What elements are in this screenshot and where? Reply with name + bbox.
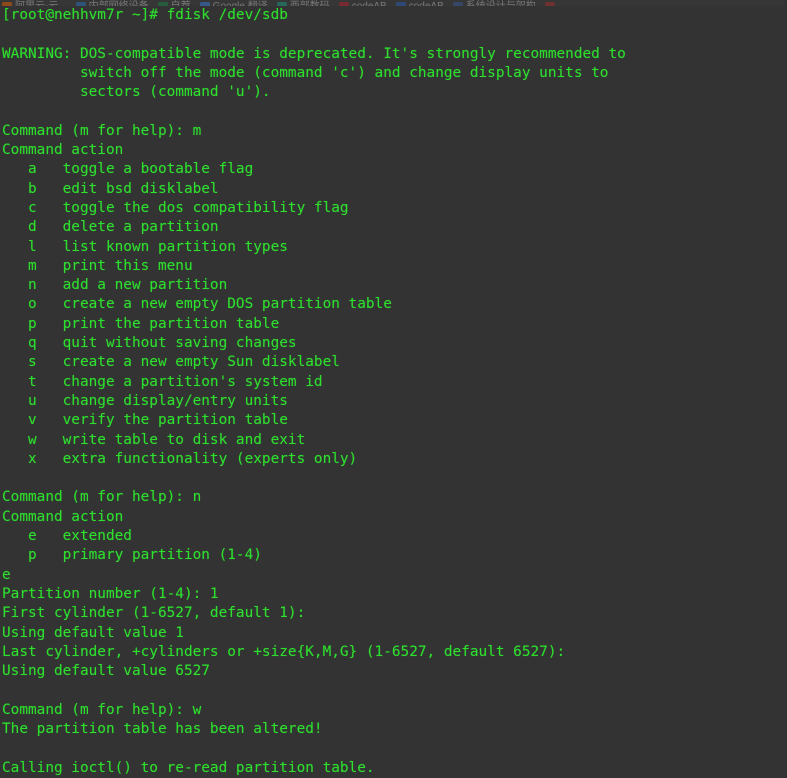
terminal-window[interactable]: [root@nehhvm7r ~]# fdisk /dev/sdb WARNIN… [0,0,787,776]
terminal-screen[interactable]: [root@nehhvm7r ~]# fdisk /dev/sdb WARNIN… [0,0,787,776]
terminal-output: [root@nehhvm7r ~]# fdisk /dev/sdb WARNIN… [2,7,626,776]
